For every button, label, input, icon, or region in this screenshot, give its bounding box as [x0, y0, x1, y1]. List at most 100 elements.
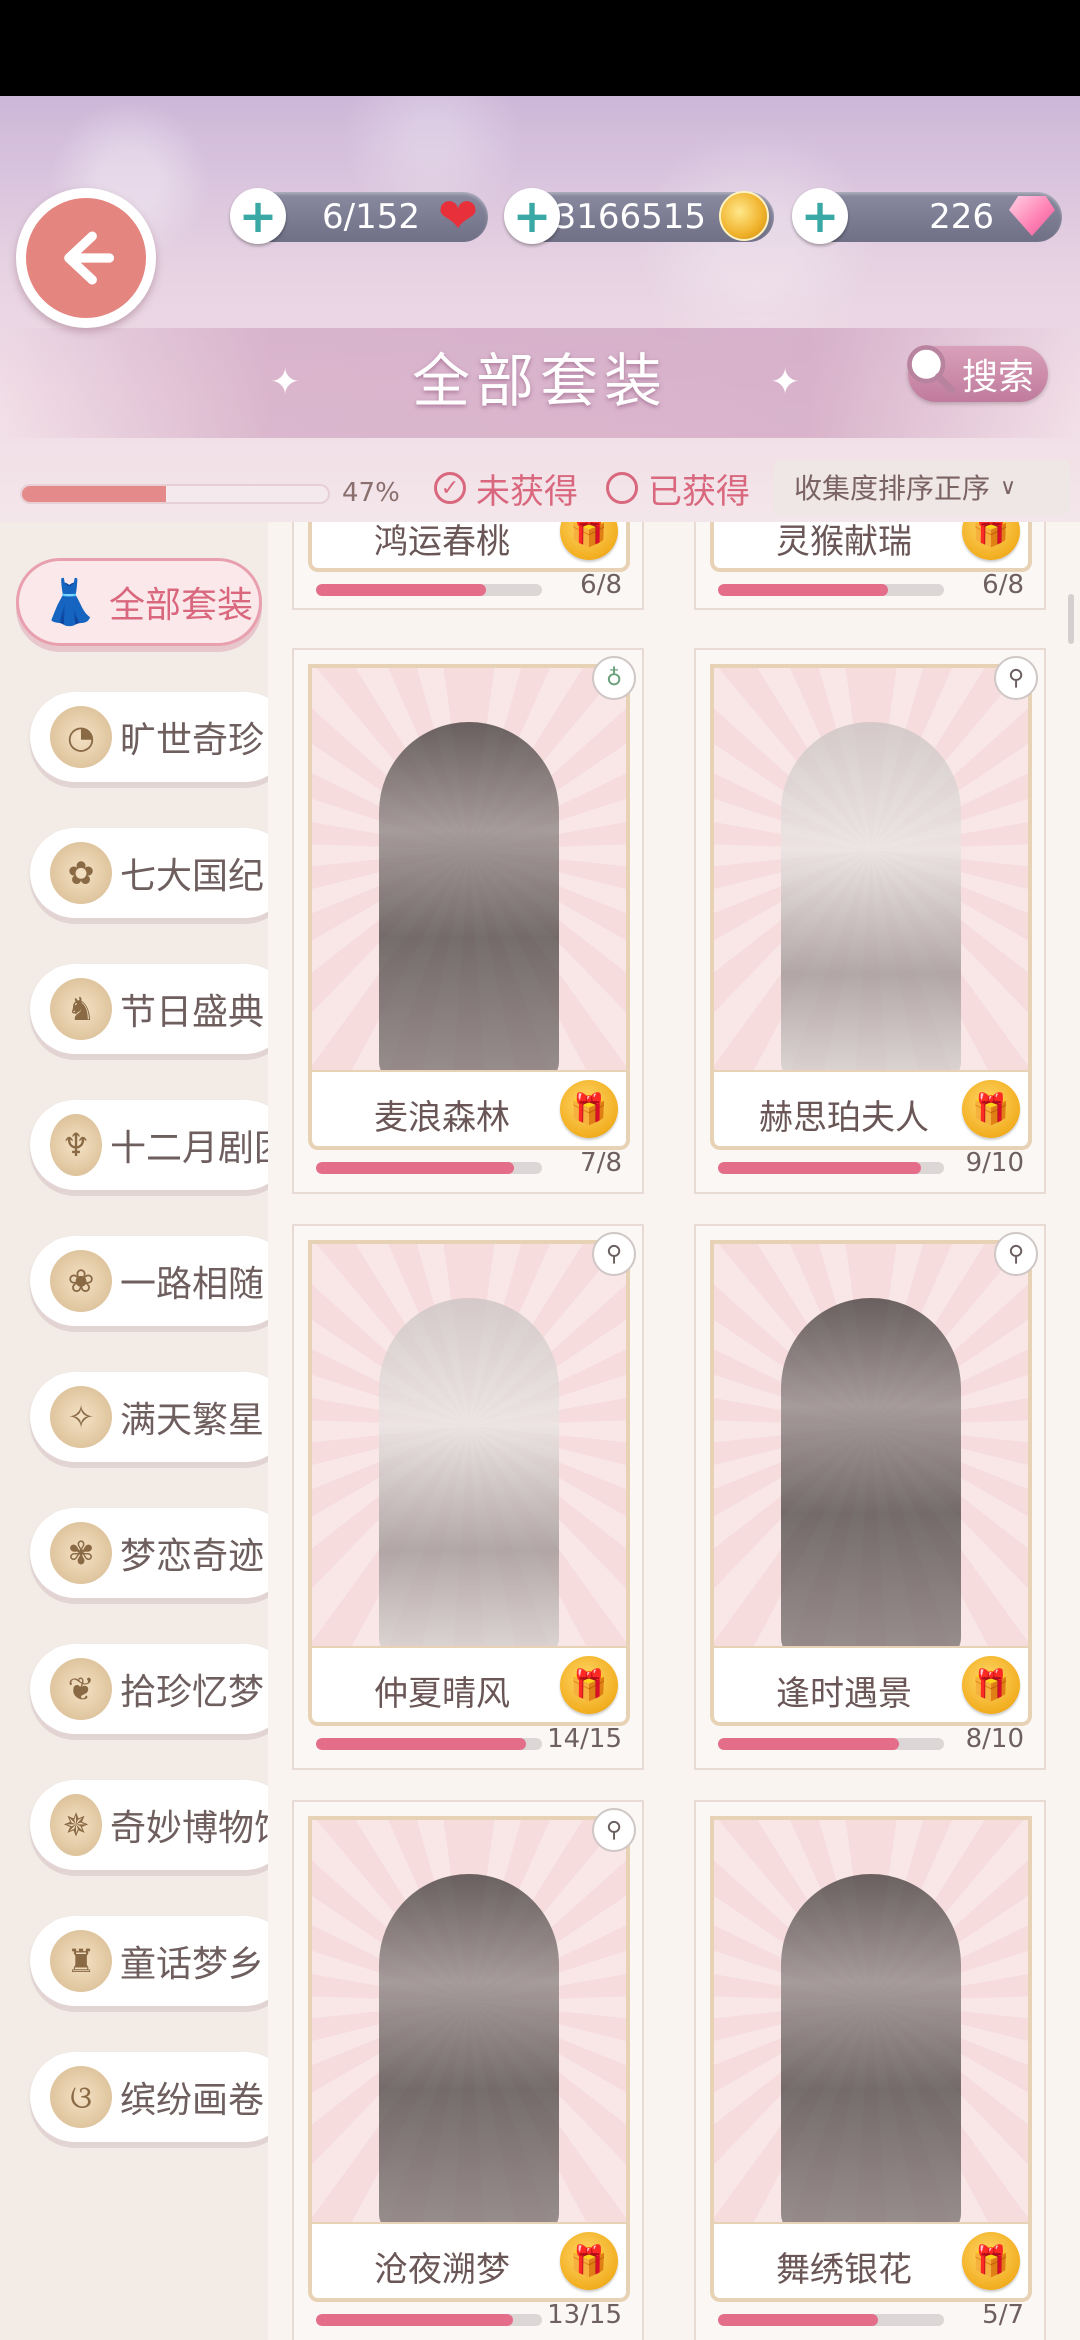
suit-name: 麦浪森林 [374, 1098, 510, 1138]
suit-name: 仲夏晴风 [374, 1674, 510, 1714]
gift-icon[interactable]: 🎁 [560, 2232, 618, 2290]
suit-progress-fill [316, 2314, 513, 2326]
suit-progress-count: 14/15 [547, 1724, 622, 1754]
suit-name-bar: 赫思珀夫人 🎁 [710, 1070, 1032, 1150]
sidebar-item-label: 全部套装 [109, 585, 254, 626]
gift-icon[interactable]: 🎁 [962, 1656, 1020, 1714]
filter-owned-label: 已获得 [648, 471, 750, 512]
sidebar-item-label: 童话梦乡 [120, 1944, 265, 1985]
suit-progress-count: 7/8 [580, 1148, 622, 1178]
suit-progress-fill [316, 1738, 527, 1750]
suit-progress-fill [718, 584, 888, 596]
sidebar-item-label: 七大国纪 [120, 856, 265, 897]
suit-figure [379, 1874, 559, 2224]
sidebar-item-wonder-museum[interactable]: ✵ 奇妙博物馆 [30, 1780, 290, 1870]
sidebar-item-label: 十二月剧团 [109, 1128, 290, 1169]
suit-card[interactable]: 灵猴献瑞 🎁 6/8 [694, 522, 1046, 610]
header: + 6/152 ❤ + 3166515 + 226 ✦ ✦ 全部套装 搜索 47… [0, 96, 1080, 522]
sidebar-item-colorful-scroll[interactable]: ଓ 缤纷画卷 [30, 2052, 290, 2142]
gems-value: 226 [929, 197, 994, 237]
suit-progress-count: 8/10 [965, 1724, 1024, 1754]
sidebar-item-dream-love[interactable]: ✾ 梦恋奇迹 [30, 1508, 290, 1598]
suit-card[interactable]: 舞绣银花 🎁 5/7 [694, 1800, 1046, 2340]
sort-dropdown[interactable]: 收集度排序正序 ∨ [774, 460, 1070, 514]
suit-progress-count: 6/8 [580, 570, 622, 600]
suit-progress-fill [316, 1162, 514, 1174]
suit-progress-fill [718, 1162, 922, 1174]
gift-icon[interactable]: 🎁 [560, 1080, 618, 1138]
filter-unowned[interactable]: ✓ 未获得 [434, 466, 578, 512]
suit-name-bar: 逢时遇景 🎁 [710, 1646, 1032, 1726]
gold-counter: + 3166515 [504, 188, 774, 244]
suit-image [308, 664, 630, 1072]
suit-name-bar: 舞绣银花 🎁 [710, 2222, 1032, 2302]
sidebar-item-rare-treasures[interactable]: ◔ 旷世奇珍 [30, 692, 290, 782]
sidebar-item-label: 拾珍忆梦 [120, 1672, 265, 1713]
add-gems-button[interactable]: + [792, 188, 848, 244]
search-button[interactable]: 搜索 [907, 345, 1048, 402]
filter-owned[interactable]: 已获得 [606, 466, 750, 512]
collection-progress-label: 47% [342, 478, 400, 508]
suit-card[interactable]: ⚲ 逢时遇景 🎁 8/10 [694, 1224, 1046, 1770]
gift-icon[interactable]: 🎁 [962, 2232, 1020, 2290]
sidebar-item-along-the-way[interactable]: ❀ 一路相随 [30, 1236, 290, 1326]
gift-icon[interactable]: 🎁 [560, 1656, 618, 1714]
back-button[interactable] [16, 188, 156, 328]
suit-progress-bar [718, 1162, 944, 1174]
sidebar-item-label: 满天繁星 [120, 1400, 265, 1441]
suit-card[interactable]: ♁ 麦浪森林 🎁 7/8 [292, 648, 644, 1194]
suit-card[interactable]: ⚲ 仲夏晴风 🎁 14/15 [292, 1224, 644, 1770]
suit-card[interactable]: 鸿运春桃 🎁 6/8 [292, 522, 644, 610]
suit-figure [781, 1874, 961, 2224]
suit-progress-bar [718, 2314, 944, 2326]
suit-name: 舞绣银花 [776, 2250, 912, 2290]
sort-label: 收集度排序正序 [794, 472, 991, 505]
flower-icon: ❀ [50, 1250, 112, 1312]
suit-figure [781, 1298, 961, 1648]
suit-name-bar: 仲夏晴风 🎁 [308, 1646, 630, 1726]
sidebar-item-festivals[interactable]: ♞ 节日盛典 [30, 964, 290, 1054]
sidebar-item-starry-sky[interactable]: ✧ 满天繁星 [30, 1372, 290, 1462]
roses-icon: ✾ [50, 1522, 112, 1584]
sidebar-item-december-troupe[interactable]: ♆ 十二月剧团 [30, 1100, 290, 1190]
suit-figure [379, 1298, 559, 1648]
suit-progress-bar [316, 1162, 542, 1174]
map-icon: ✿ [50, 842, 112, 904]
search-label: 搜索 [961, 357, 1034, 398]
collection-progress-bar [20, 484, 330, 504]
suit-card[interactable]: ⚲ 沧夜溯梦 🎁 13/15 [292, 1800, 644, 2340]
sidebar-item-fairytale-dreamland[interactable]: ♜ 童话梦乡 [30, 1916, 290, 2006]
add-gold-button[interactable]: + [504, 188, 560, 244]
sidebar-item-treasure-memories[interactable]: ❦ 拾珍忆梦 [30, 1644, 290, 1734]
gift-icon[interactable]: 🎁 [962, 1080, 1020, 1138]
castle-icon: ♜ [50, 1930, 112, 1992]
suit-progress-fill [718, 2314, 879, 2326]
branch-icon: ❦ [50, 1658, 112, 1720]
bottle-icon: ♁ [592, 656, 636, 700]
sidebar-item-seven-nations[interactable]: ✿ 七大国纪 [30, 828, 290, 918]
pose-icon: ⚲ [592, 1232, 636, 1276]
suit-progress-fill [718, 1738, 899, 1750]
gem-icon [1002, 186, 1062, 246]
check-icon: ✓ [434, 472, 466, 504]
filter-unowned-label: 未获得 [476, 471, 578, 512]
pose-icon: ⚲ [994, 1232, 1038, 1276]
scrollbar[interactable] [1068, 594, 1074, 644]
sidebar-item-label: 梦恋奇迹 [120, 1536, 265, 1577]
sidebar-item-label: 节日盛典 [120, 992, 265, 1033]
compass-icon: ✵ [50, 1794, 102, 1856]
sidebar-item-all-suits[interactable]: 👗 全部套装 [16, 558, 262, 646]
chevron-down-icon: ∨ [1000, 474, 1017, 500]
treasure-icon: ◔ [50, 706, 112, 768]
gold-value: 3166515 [554, 197, 706, 237]
suit-progress-bar [718, 1738, 944, 1750]
suit-name: 逢时遇景 [776, 1674, 912, 1714]
suit-progress-bar [316, 1738, 542, 1750]
chandelier-icon: ♆ [50, 1114, 102, 1176]
suit-card[interactable]: ⚲ 赫思珀夫人 🎁 9/10 [694, 648, 1046, 1194]
suit-name-bar: 沧夜溯梦 🎁 [308, 2222, 630, 2302]
radio-icon [606, 472, 638, 504]
festival-icon: ♞ [50, 978, 112, 1040]
category-sidebar: 👗 全部套装 ◔ 旷世奇珍 ✿ 七大国纪 ♞ 节日盛典 ♆ 十二月剧团 ❀ 一路… [0, 522, 290, 2340]
add-hearts-button[interactable]: + [230, 188, 286, 244]
